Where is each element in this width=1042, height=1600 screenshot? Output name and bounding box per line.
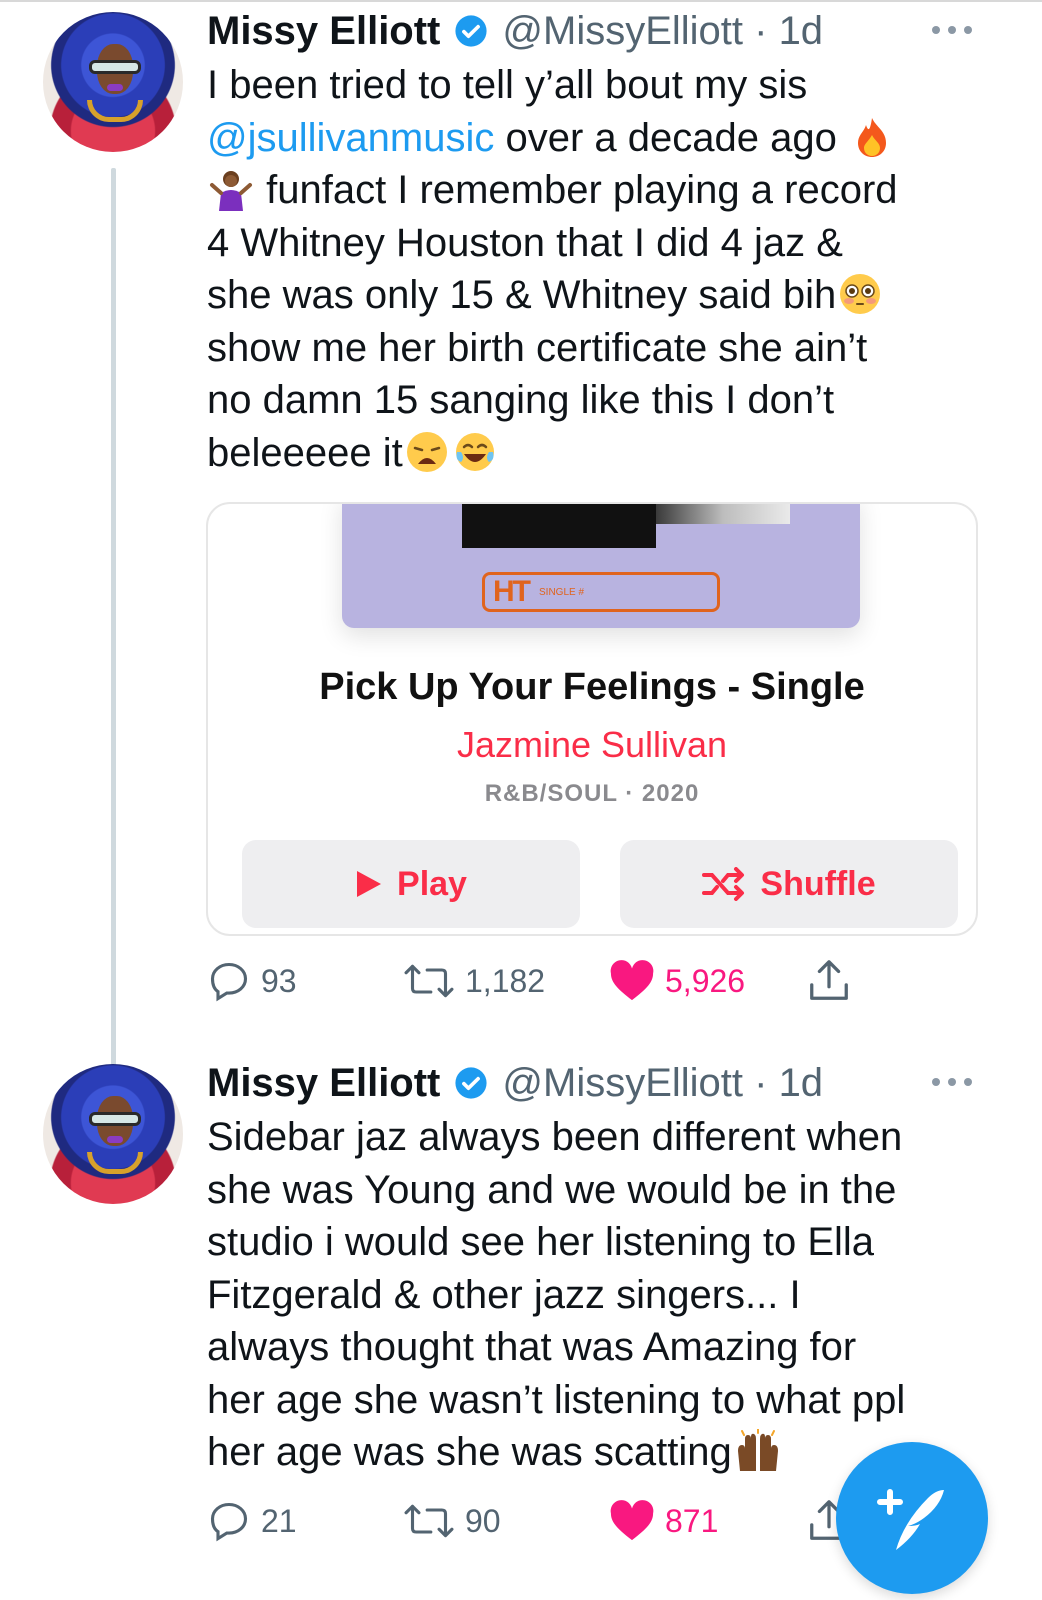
retweet-count: 90 — [465, 1502, 501, 1539]
flushed-face-emoji — [838, 272, 882, 316]
avatar[interactable] — [43, 1064, 183, 1204]
tweet-header: Missy Elliott @MissyElliott · 1d — [207, 1058, 823, 1108]
author-handle-time[interactable]: @MissyElliott · 1d — [502, 1061, 823, 1106]
retweet-icon — [404, 1504, 454, 1538]
share-button[interactable] — [805, 956, 863, 1006]
tweet-actions: 21 90 871 — [207, 1496, 907, 1546]
album-art[interactable]: HT SINGLE # — [342, 504, 860, 628]
twitter-thread-screen: Missy Elliott @MissyElliott · 1d I been … — [0, 0, 1042, 1600]
album-art-logo: HT SINGLE # — [482, 572, 720, 612]
apple-music-card[interactable]: HT SINGLE # Pick Up Your Feelings - Singl… — [206, 502, 978, 936]
shuffle-icon — [702, 867, 745, 901]
author-name[interactable]: Missy Elliott — [207, 1061, 440, 1106]
shuffle-button[interactable]: Shuffle — [620, 840, 958, 928]
person-shrugging-emoji — [209, 167, 253, 211]
play-icon — [357, 871, 382, 897]
tweet-actions: 93 1,182 5,926 — [207, 956, 907, 1006]
reply-icon — [210, 1502, 248, 1542]
retweet-button[interactable]: 1,182 — [403, 956, 545, 1006]
tweet-text-part: Sidebar jaz always been different when s… — [207, 1115, 906, 1474]
like-count: 871 — [665, 1502, 719, 1539]
reply-button[interactable]: 21 — [207, 1496, 297, 1546]
tweet-text-part: show me her birth certificate she ain’t … — [207, 325, 868, 475]
verified-badge-icon — [455, 15, 487, 47]
tweet-text: Sidebar jaz always been different when s… — [207, 1111, 1007, 1479]
reply-button[interactable]: 93 — [207, 956, 297, 1006]
retweet-count: 1,182 — [465, 962, 546, 999]
like-count: 5,926 — [665, 962, 746, 999]
tweet-header: Missy Elliott @MissyElliott · 1d — [207, 6, 823, 56]
play-button[interactable]: Play — [242, 840, 580, 928]
tweet-text-part: over a decade ago — [494, 115, 848, 160]
reply-icon — [210, 962, 248, 1002]
fire-emoji — [850, 115, 894, 159]
author-handle-time[interactable]: @MissyElliott · 1d — [502, 9, 823, 54]
raising-hands-emoji — [734, 1428, 778, 1473]
tears-of-joy-emoji — [453, 430, 497, 474]
retweet-button[interactable]: 90 — [403, 1496, 501, 1546]
album-art-logo-text: HT — [493, 575, 531, 608]
play-label: Play — [397, 864, 467, 903]
like-button[interactable]: 5,926 — [609, 956, 745, 1006]
album-artist[interactable]: Jazmine Sullivan — [208, 724, 976, 766]
tweet-text: I been tried to tell y’all bout my sis @… — [207, 59, 1007, 479]
reply-count: 21 — [261, 1502, 297, 1539]
more-options-icon[interactable] — [932, 1077, 972, 1087]
compose-tweet-button[interactable] — [836, 1442, 988, 1594]
reply-count: 93 — [261, 962, 297, 999]
avatar[interactable] — [43, 12, 183, 152]
share-icon — [810, 960, 848, 1000]
verified-badge-icon — [455, 1067, 487, 1099]
weary-face-emoji — [405, 430, 449, 474]
album-art-small-text: SINGLE # — [539, 586, 585, 598]
retweet-icon — [404, 964, 454, 998]
heart-icon — [610, 960, 654, 1001]
album-title: Pick Up Your Feelings - Single — [319, 666, 865, 708]
tweet-text-part: funfact I remember playing a record 4 Wh… — [207, 168, 898, 317]
compose-feather-icon — [877, 1489, 944, 1550]
tweet-text-part: I been tried to tell y’all bout my sis — [207, 63, 808, 107]
heart-icon — [610, 1500, 654, 1541]
like-button[interactable]: 871 — [609, 1496, 718, 1546]
mention-link[interactable]: @jsullivanmusic — [207, 116, 494, 160]
top-divider — [0, 0, 1042, 2]
thread-connector-line — [111, 168, 116, 1076]
author-name[interactable]: Missy Elliott — [207, 9, 440, 54]
shuffle-label: Shuffle — [760, 864, 876, 903]
more-options-icon[interactable] — [932, 25, 972, 35]
album-genre-year: R&B/SOUL · 2020 — [484, 780, 700, 807]
